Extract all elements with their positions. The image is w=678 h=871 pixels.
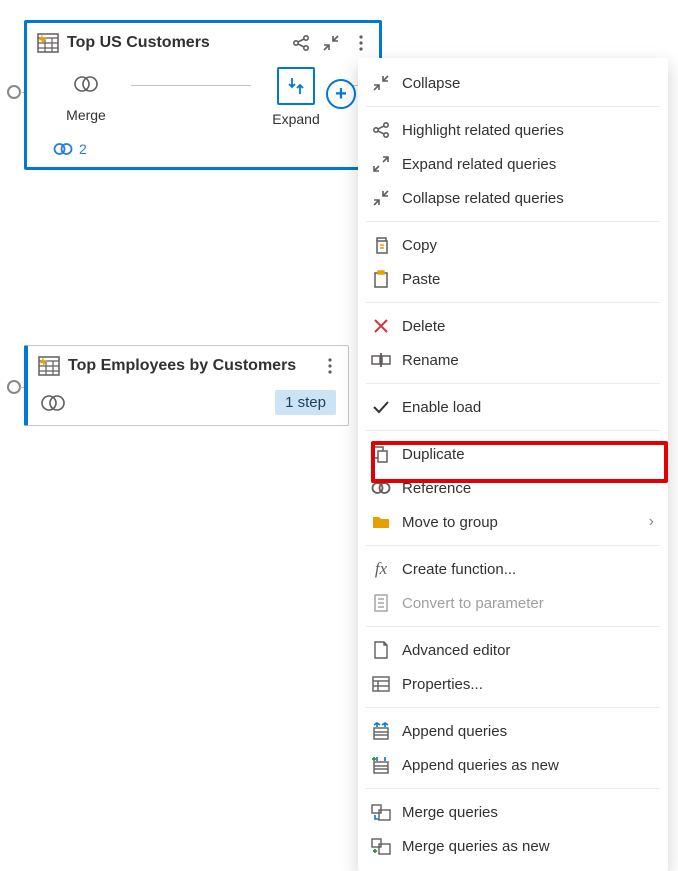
step-merge[interactable]: Merge	[41, 67, 131, 123]
menu-separator	[366, 106, 660, 107]
menu-label: Duplicate	[402, 446, 654, 463]
parameter-icon	[368, 594, 394, 612]
card-body: 1 step	[28, 382, 348, 425]
menu-separator	[366, 302, 660, 303]
card-title: Top US Customers	[67, 34, 291, 52]
menu-label: Copy	[402, 237, 654, 254]
menu-move-to-group[interactable]: Move to group ›	[358, 505, 668, 539]
menu-collapse[interactable]: Collapse	[358, 66, 668, 100]
menu-advanced-editor[interactable]: Advanced editor	[358, 633, 668, 667]
step-label: Expand	[272, 111, 319, 127]
menu-duplicate[interactable]: Duplicate	[358, 437, 668, 471]
properties-icon	[368, 676, 394, 692]
menu-convert-to-parameter: Convert to parameter	[358, 586, 668, 620]
card-header: Top Employees by Customers	[28, 346, 348, 382]
context-menu: Collapse Highlight related queries Expan…	[358, 58, 668, 871]
card-footer[interactable]: 2	[27, 137, 379, 167]
menu-separator	[366, 788, 660, 789]
table-icon	[38, 356, 60, 376]
menu-separator	[366, 383, 660, 384]
append-new-icon	[368, 756, 394, 774]
card-title: Top Employees by Customers	[68, 357, 320, 375]
append-icon	[368, 722, 394, 740]
menu-label: Merge queries as new	[402, 838, 654, 855]
menu-label: Convert to parameter	[402, 595, 654, 612]
collapse-icon[interactable]	[321, 33, 341, 53]
card-header: Top US Customers	[27, 23, 379, 63]
menu-separator	[366, 707, 660, 708]
menu-label: Delete	[402, 318, 654, 335]
menu-label: Paste	[402, 271, 654, 288]
menu-label: Append queries as new	[402, 757, 654, 774]
expand-arrows-icon	[368, 155, 394, 173]
link-count: 2	[79, 141, 87, 157]
menu-separator	[366, 221, 660, 222]
menu-paste[interactable]: Paste	[358, 262, 668, 296]
copy-icon	[368, 236, 394, 254]
chevron-right-icon: ›	[649, 513, 654, 531]
card-body: Merge Expand	[27, 63, 379, 137]
menu-label: Append queries	[402, 723, 654, 740]
diagram-canvas: Top US Customers Merge	[0, 0, 678, 829]
merge-step-icon	[69, 67, 103, 101]
query-card-top-employees[interactable]: Top Employees by Customers 1 step	[24, 345, 349, 426]
more-icon[interactable]	[320, 356, 340, 376]
step-count-badge[interactable]: 1 step	[275, 390, 336, 415]
menu-merge-queries[interactable]: Merge queries	[358, 795, 668, 829]
merge-queries-icon	[368, 803, 394, 821]
menu-merge-queries-new[interactable]: Merge queries as new	[358, 829, 668, 863]
duplicate-icon	[368, 445, 394, 463]
menu-properties[interactable]: Properties...	[358, 667, 668, 701]
function-icon: fx	[368, 559, 394, 579]
menu-separator	[366, 545, 660, 546]
share-icon	[368, 121, 394, 139]
menu-enable-load[interactable]: Enable load	[358, 390, 668, 424]
editor-icon	[368, 641, 394, 659]
menu-separator	[366, 430, 660, 431]
menu-label: Create function...	[402, 561, 654, 578]
menu-collapse-related[interactable]: Collapse related queries	[358, 181, 668, 215]
menu-append-queries-new[interactable]: Append queries as new	[358, 748, 668, 782]
table-icon	[37, 33, 59, 53]
more-icon[interactable]	[351, 33, 371, 53]
reference-icon	[368, 481, 394, 495]
menu-label: Expand related queries	[402, 156, 654, 173]
menu-label: Collapse related queries	[402, 190, 654, 207]
menu-label: Rename	[402, 352, 654, 369]
menu-highlight-related[interactable]: Highlight related queries	[358, 113, 668, 147]
paste-icon	[368, 270, 394, 288]
menu-separator	[366, 626, 660, 627]
collapse-icon	[368, 74, 394, 92]
step-label: Merge	[66, 107, 106, 123]
menu-delete[interactable]: Delete	[358, 309, 668, 343]
share-icon[interactable]	[291, 33, 311, 53]
menu-label: Properties...	[402, 676, 654, 693]
merge-queries-new-icon	[368, 837, 394, 855]
collapse-arrows-icon	[368, 189, 394, 207]
menu-create-function[interactable]: fx Create function...	[358, 552, 668, 586]
folder-icon	[368, 514, 394, 530]
menu-label: Enable load	[402, 399, 654, 416]
menu-label: Collapse	[402, 75, 654, 92]
menu-label: Merge queries	[402, 804, 654, 821]
menu-label: Advanced editor	[402, 642, 654, 659]
connector-dot	[7, 380, 21, 394]
step-connector	[131, 85, 251, 86]
menu-label: Highlight related queries	[402, 122, 654, 139]
menu-label: Move to group	[402, 514, 649, 531]
check-icon	[368, 400, 394, 414]
delete-icon	[368, 318, 394, 334]
expand-step-icon	[277, 67, 315, 105]
menu-rename[interactable]: Rename	[358, 343, 668, 377]
menu-expand-related[interactable]: Expand related queries	[358, 147, 668, 181]
menu-append-queries[interactable]: Append queries	[358, 714, 668, 748]
merge-step-icon[interactable]	[40, 393, 66, 413]
menu-copy[interactable]: Copy	[358, 228, 668, 262]
connector-dot	[7, 85, 21, 99]
menu-label: Reference	[402, 480, 654, 497]
add-step-button[interactable]: +	[326, 79, 356, 109]
menu-reference[interactable]: Reference	[358, 471, 668, 505]
rename-icon	[368, 352, 394, 368]
